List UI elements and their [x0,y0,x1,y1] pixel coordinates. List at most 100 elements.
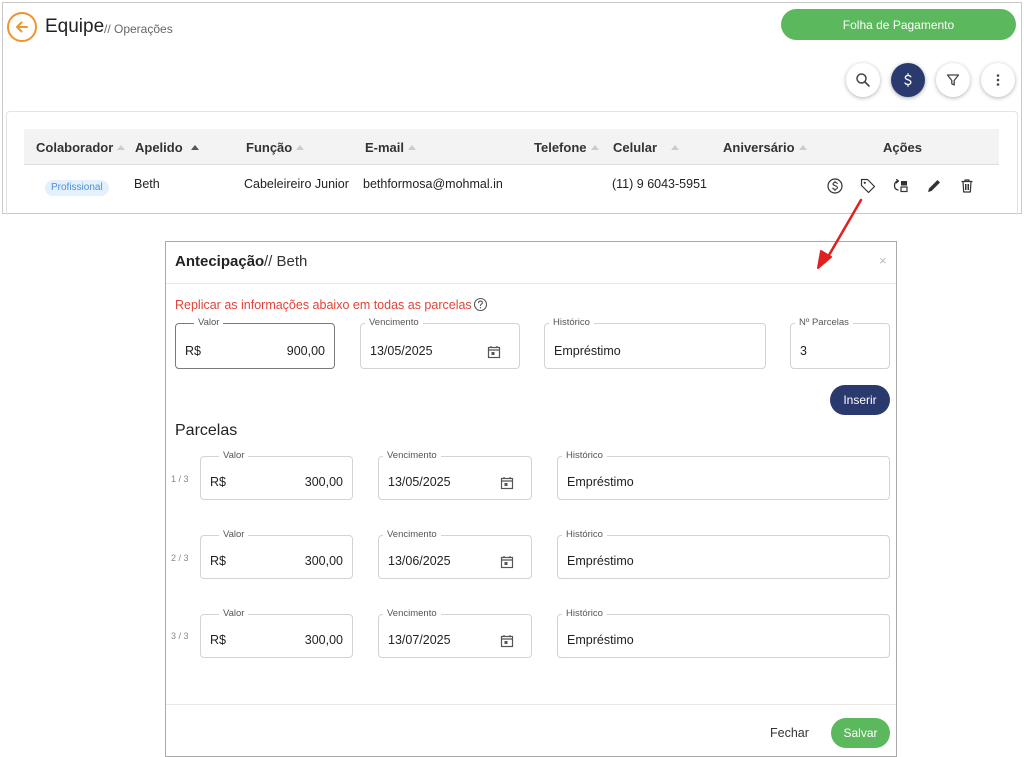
dollar-circle-icon [827,178,843,194]
help-button[interactable] [473,297,488,312]
installment-valor-value: 300,00 [304,554,343,568]
installment-historico-value: Empréstimo [567,633,634,647]
finance-button[interactable] [891,63,925,97]
installment-historico-label: Histórico [562,608,607,619]
col-celular[interactable]: Celular [613,140,680,155]
col-email[interactable]: E-mail [365,140,417,155]
modal-close-button[interactable]: × [879,253,887,268]
main-valor-currency: R$ [185,344,201,358]
insert-button[interactable]: Inserir [830,385,890,415]
filter-icon [946,74,960,86]
page-title: Equipe [45,16,105,37]
modal-title-suffix: // Beth [264,253,308,270]
installment-index: 2 / 3 [171,553,189,563]
col-apelido[interactable]: Apelido [135,140,199,155]
col-colaborador[interactable]: Colaborador [36,140,126,155]
calendar-icon[interactable] [500,634,514,648]
installment-valor-label: Valor [219,450,249,461]
calendar-icon[interactable] [487,345,501,359]
installment-index: 3 / 3 [171,631,189,641]
installment-valor-currency: R$ [210,475,226,489]
filter-button[interactable] [936,63,970,97]
installment-vencimento-value: 13/06/2025 [388,554,451,568]
installment-valor-field[interactable]: Valor R$ 300,00 [200,450,353,500]
team-table: Colaborador Apelido Função E-mail Telefo… [6,111,1018,215]
installment-vencimento-field[interactable]: Vencimento 13/06/2025 [378,529,532,579]
installment-vencimento-value: 13/07/2025 [388,633,451,647]
installment-vencimento-label: Vencimento [383,529,441,540]
advance-modal: Antecipação // Beth × Replicar as inform… [165,241,897,757]
edit-action-button[interactable] [925,177,943,195]
installment-historico-value: Empréstimo [567,475,634,489]
installment-valor-field[interactable]: Valor R$ 300,00 [200,529,353,579]
back-button[interactable] [7,12,37,42]
installment-historico-field[interactable]: Histórico Empréstimo [557,608,890,658]
main-vencimento-value: 13/05/2025 [370,344,433,358]
pencil-icon [928,180,940,192]
cell-email: bethformosa@mohmal.in [363,177,503,191]
main-valor-value: 900,00 [286,344,325,358]
installment-valor-label: Valor [219,608,249,619]
installment-valor-label: Valor [219,529,249,540]
installment-valor-value: 300,00 [304,633,343,647]
page-subtitle: // Operações [104,22,173,36]
more-vertical-icon [996,74,1000,86]
installments-heading: Parcelas [175,422,238,439]
delete-action-button[interactable] [958,177,976,195]
table-header: Colaborador Apelido Função E-mail Telefo… [24,129,999,165]
col-telefone[interactable]: Telefone [534,140,599,155]
col-acoes: Ações [883,140,923,155]
replicate-note: Replicar as informações abaixo em todas … [175,298,472,312]
main-parcelas-label: Nº Parcelas [795,317,853,328]
main-parcelas-field[interactable]: Nº Parcelas 3 [790,317,890,369]
installment-vencimento-label: Vencimento [383,608,441,619]
main-vencimento-field[interactable]: Vencimento 13/05/2025 [360,317,520,369]
col-aniversario[interactable]: Aniversário [723,140,807,155]
main-valor-field[interactable]: Valor R$ 900,00 [175,317,335,369]
cell-celular: (11) 9 6043-5951 [612,177,707,191]
modal-title: Antecipação [175,253,265,270]
calendar-icon[interactable] [500,476,514,490]
modal-header: Antecipação // Beth × [166,242,896,284]
status-badge: Profissional [45,180,109,196]
installment-valor-field[interactable]: Valor R$ 300,00 [200,608,353,658]
installment-historico-value: Empréstimo [567,554,634,568]
installment-vencimento-field[interactable]: Vencimento 13/05/2025 [378,450,532,500]
arrow-left-icon [16,21,28,33]
more-options-button[interactable] [981,63,1015,97]
main-parcelas-value: 3 [800,344,807,358]
installment-vencimento-field[interactable]: Vencimento 13/07/2025 [378,608,532,658]
installment-vencimento-value: 13/05/2025 [388,475,451,489]
col-funcao[interactable]: Função [246,140,305,155]
help-circle-icon [473,297,488,312]
installment-valor-currency: R$ [210,633,226,647]
cell-apelido: Beth [134,177,160,191]
cell-funcao: Cabeleireiro Junior [244,177,349,191]
save-button[interactable]: Salvar [831,718,890,748]
transfer-icon [893,178,908,193]
payroll-button[interactable]: Folha de Pagamento [781,9,1016,40]
installment-index: 1 / 3 [171,474,189,484]
transfer-action-button[interactable] [892,177,910,195]
installment-historico-field[interactable]: Histórico Empréstimo [557,529,890,579]
main-vencimento-label: Vencimento [365,317,423,328]
search-button[interactable] [846,63,880,97]
finance-action-button[interactable] [826,177,844,195]
main-valor-label: Valor [194,317,224,328]
search-icon [856,73,870,87]
advance-action-button[interactable] [859,177,877,195]
installment-valor-value: 300,00 [304,475,343,489]
installment-valor-currency: R$ [210,554,226,568]
installment-historico-field[interactable]: Histórico Empréstimo [557,450,890,500]
installment-vencimento-label: Vencimento [383,450,441,461]
main-historico-field[interactable]: Histórico Empréstimo [544,317,766,369]
main-historico-value: Empréstimo [554,344,621,358]
dollar-icon [904,73,912,87]
close-button[interactable]: Fechar [770,726,809,740]
tag-icon [860,178,876,194]
installment-historico-label: Histórico [562,450,607,461]
main-historico-label: Histórico [549,317,594,328]
calendar-icon[interactable] [500,555,514,569]
trash-icon [961,179,973,193]
installment-historico-label: Histórico [562,529,607,540]
